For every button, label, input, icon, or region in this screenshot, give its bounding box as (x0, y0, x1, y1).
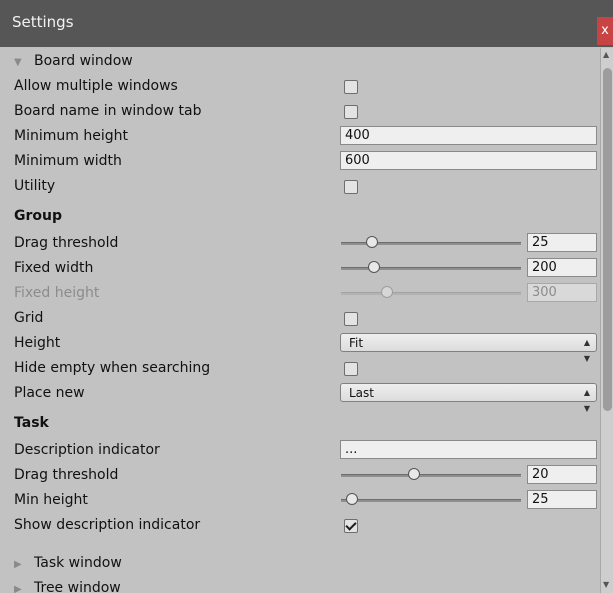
hide-empty-row: Hide empty when searching (0, 357, 600, 381)
allow-multiple-windows-row: Allow multiple windows (0, 75, 600, 99)
field-label: Allow multiple windows (14, 78, 178, 94)
group-drag-threshold-row: Drag threshold 25 (0, 232, 600, 256)
drag-threshold-field[interactable]: 25 (527, 233, 597, 252)
foldout-label: Task window (34, 555, 122, 571)
slider-handle (381, 286, 394, 298)
field-label: Drag threshold (14, 467, 119, 483)
triangle-right-icon: ▶ (14, 559, 22, 570)
fixed-width-field[interactable]: 200 (527, 258, 597, 277)
field-label: Minimum height (14, 128, 128, 144)
slider-track (341, 292, 521, 295)
slider-track[interactable] (341, 499, 521, 502)
minimum-height-row: Minimum height 400 (0, 125, 600, 149)
triangle-down-icon: ▼ (14, 57, 22, 68)
minimum-height-field[interactable]: 400 (340, 126, 597, 145)
close-icon: x (601, 23, 609, 38)
minimum-width-field[interactable]: 600 (340, 151, 597, 170)
grid-checkbox[interactable] (344, 312, 358, 326)
utility-checkbox[interactable] (344, 180, 358, 194)
fixed-height-field: 300 (527, 283, 597, 302)
minimum-width-row: Minimum width 600 (0, 150, 600, 174)
task-header-row: Task (0, 412, 600, 436)
section-header: Group (14, 208, 63, 224)
field-label: Utility (14, 178, 56, 194)
field-label: Min height (14, 492, 88, 508)
field-label: Board name in window tab (14, 103, 202, 119)
fixed-height-row: Fixed height 300 (0, 282, 600, 306)
foldout-label: Board window (34, 53, 133, 69)
vertical-scrollbar[interactable]: ▲ ▼ (600, 48, 613, 593)
dropdown-value: Last (349, 386, 374, 400)
settings-window: Settings x ▼ Board window Allow multiple … (0, 0, 613, 593)
utility-row: Utility (0, 175, 600, 199)
board-name-in-tab-checkbox[interactable] (344, 105, 358, 119)
dropdown-value: Fit (349, 336, 364, 350)
scroll-down-arrow-icon[interactable]: ▼ (603, 580, 609, 589)
field-label: Hide empty when searching (14, 360, 211, 376)
tree-window-foldout[interactable]: ▶ Tree window (0, 577, 600, 593)
field-label: Fixed width (14, 260, 94, 276)
min-height-row: Min height 25 (0, 489, 600, 513)
slider-handle[interactable] (346, 493, 359, 505)
foldout-label: Tree window (34, 580, 121, 593)
field-label: Drag threshold (14, 235, 119, 251)
hide-empty-checkbox[interactable] (344, 362, 358, 376)
field-label: Height (14, 335, 61, 351)
slider-handle[interactable] (408, 468, 421, 480)
field-label: Show description indicator (14, 517, 201, 533)
triangle-right-icon: ▶ (14, 584, 22, 593)
group-header-row: Group (0, 205, 600, 229)
show-description-indicator-row: Show description indicator (0, 514, 600, 538)
height-row: Height Fit ▲ ▼ (0, 332, 600, 363)
slider-handle[interactable] (367, 261, 380, 273)
slider-track[interactable] (341, 474, 521, 477)
task-window-foldout[interactable]: ▶ Task window (0, 552, 600, 576)
fixed-width-row: Fixed width 200 (0, 257, 600, 281)
height-dropdown[interactable]: Fit ▲ ▼ (340, 333, 597, 363)
scroll-up-arrow-icon[interactable]: ▲ (603, 50, 609, 59)
field-label: Place new (14, 385, 85, 401)
title-bar[interactable]: Settings x (0, 0, 613, 47)
section-header: Task (14, 415, 49, 431)
task-drag-threshold-row: Drag threshold 20 (0, 464, 600, 488)
grid-row: Grid (0, 307, 600, 331)
field-label: Fixed height (14, 285, 100, 301)
window-title: Settings (12, 13, 74, 31)
description-indicator-row: Description indicator ... (0, 439, 600, 463)
board-window-foldout[interactable]: ▼ Board window (0, 50, 600, 74)
description-indicator-field[interactable]: ... (340, 440, 597, 459)
slider-handle[interactable] (366, 236, 379, 248)
settings-panel: ▼ Board window Allow multiple windows Boa… (0, 48, 600, 593)
place-new-row: Place new Last ▲ ▼ (0, 382, 600, 413)
min-height-field[interactable]: 25 (527, 490, 597, 509)
field-label: Minimum width (14, 153, 122, 169)
allow-multiple-windows-checkbox[interactable] (344, 80, 358, 94)
board-name-in-tab-row: Board name in window tab (0, 100, 600, 124)
place-new-dropdown[interactable]: Last ▲ ▼ (340, 383, 597, 413)
drag-threshold-field[interactable]: 20 (527, 465, 597, 484)
scrollbar-thumb[interactable] (603, 68, 612, 411)
close-button[interactable]: x (597, 17, 613, 45)
show-description-indicator-checkbox[interactable] (344, 519, 358, 533)
field-label: Grid (14, 310, 44, 326)
field-label: Description indicator (14, 442, 160, 458)
